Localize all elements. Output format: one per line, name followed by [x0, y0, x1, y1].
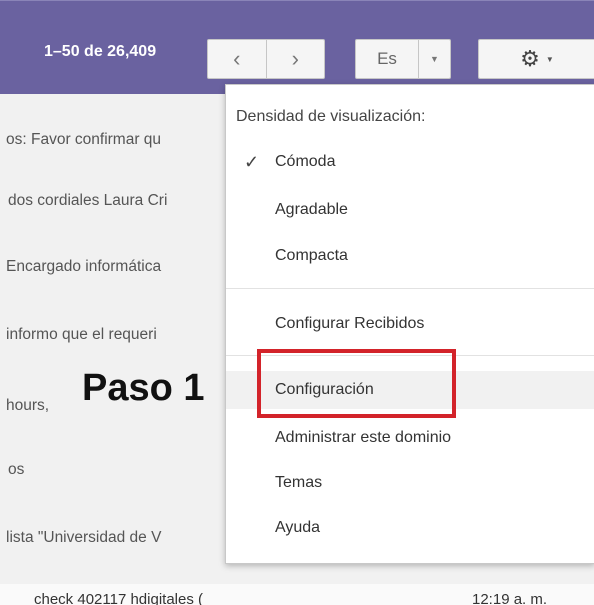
checkmark-icon: ✓: [244, 151, 260, 172]
list-item[interactable]: check 402117 hdigitales ( 12:19 a. m.: [0, 584, 594, 605]
menu-item-compacta[interactable]: Compacta: [226, 237, 594, 275]
menu-item-temas[interactable]: Temas: [226, 464, 594, 502]
menu-item-configurar-recibidos[interactable]: Configurar Recibidos: [226, 305, 594, 343]
chevron-right-icon: ›: [291, 46, 299, 71]
list-item[interactable]: Encargado informática: [0, 244, 225, 290]
caret-down-icon: ▼: [545, 54, 554, 64]
pagination-count: 1–50 de 26,409: [44, 43, 157, 60]
prev-page-button[interactable]: ‹: [208, 40, 266, 78]
pagination-controls: ‹ ›: [207, 39, 325, 79]
menu-item-administrar-dominio[interactable]: Administrar este dominio: [226, 419, 594, 457]
step-label: Paso 1: [82, 367, 205, 409]
chevron-left-icon: ‹: [233, 46, 241, 71]
caret-down-icon: ▼: [430, 54, 439, 64]
settings-menu: Densidad de visualización: ✓ Cómoda Agra…: [225, 84, 594, 564]
gear-icon: ⚙: [520, 46, 540, 71]
language-dropdown-button[interactable]: ▼: [418, 40, 450, 78]
menu-item-ayuda[interactable]: Ayuda: [226, 509, 594, 547]
list-item[interactable]: dos cordiales Laura Cri: [0, 178, 225, 224]
menu-item-agradable[interactable]: Agradable: [226, 191, 594, 229]
menu-divider: [226, 288, 594, 289]
language-code[interactable]: Es: [356, 40, 418, 78]
menu-item-comoda[interactable]: ✓ Cómoda: [226, 143, 594, 181]
language-selector[interactable]: Es ▼: [355, 39, 451, 79]
list-item[interactable]: os: Favor confirmar qu: [0, 117, 225, 163]
email-subject: check 402117 hdigitales (: [34, 591, 203, 605]
density-header: Densidad de visualización:: [236, 108, 426, 125]
list-item[interactable]: lista "Universidad de V: [0, 515, 225, 561]
settings-button[interactable]: ⚙ ▼: [478, 39, 594, 79]
email-time: 12:19 a. m.: [472, 591, 548, 605]
next-page-button[interactable]: ›: [265, 40, 325, 78]
toolbar: 1–50 de 26,409 ‹ › Es ▼ ⚙ ▼: [0, 0, 594, 94]
list-item[interactable]: informo que el requeri: [0, 312, 225, 358]
highlight-box: [257, 349, 456, 418]
list-item[interactable]: os: [0, 447, 225, 493]
